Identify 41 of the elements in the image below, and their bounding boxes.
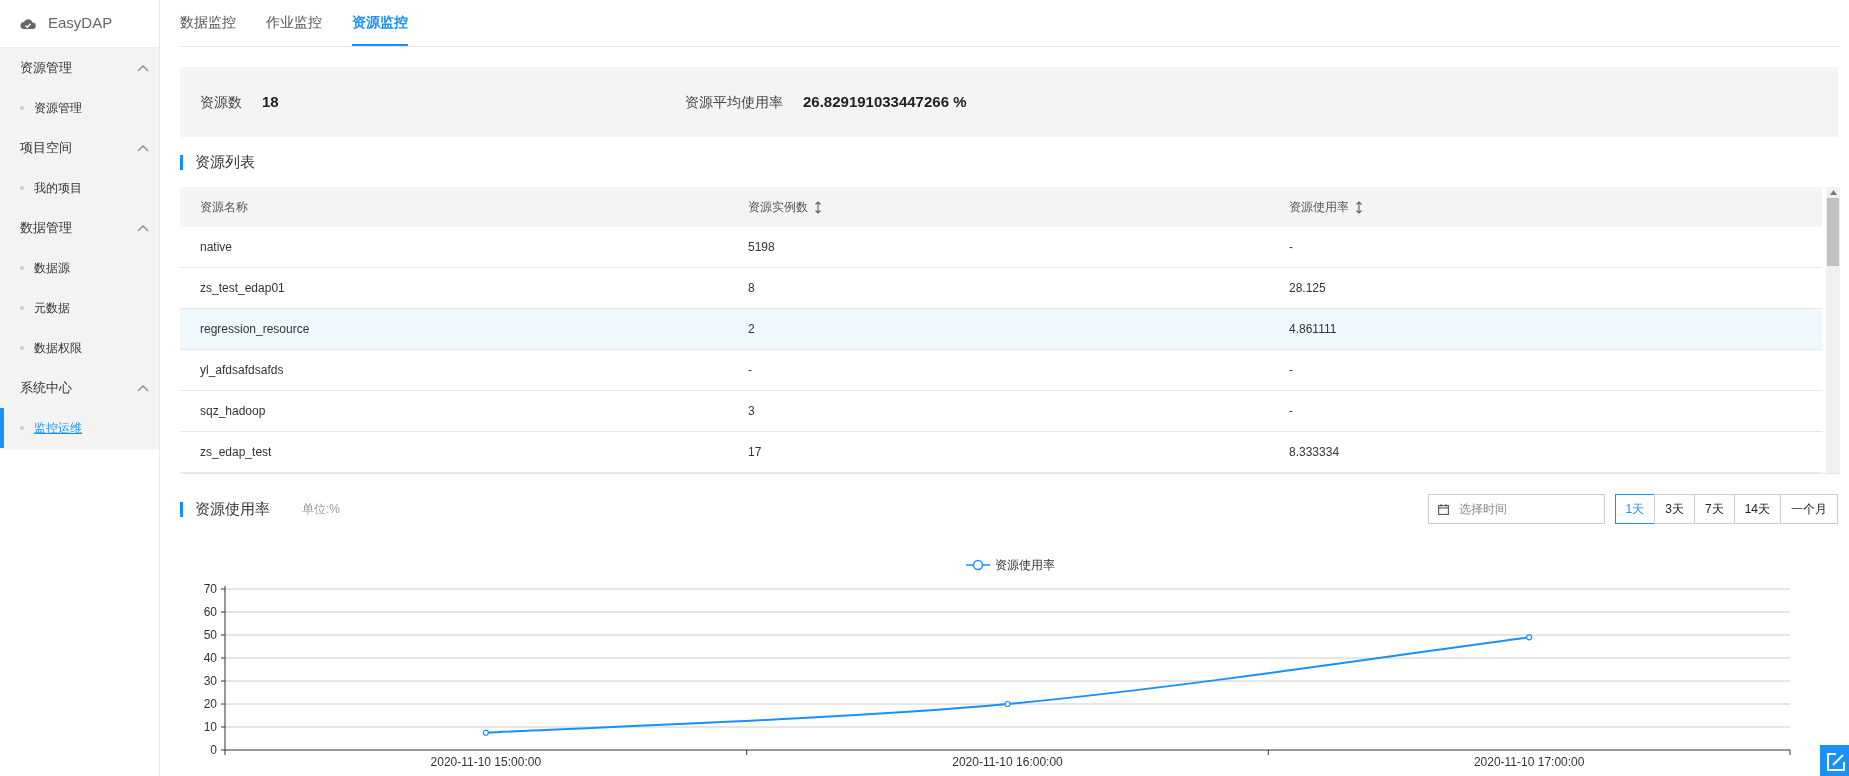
y-tick-label: 60 <box>203 605 217 619</box>
table-cell-text: 4.861111 <box>1289 321 1337 338</box>
y-tick-label: 10 <box>203 720 217 734</box>
section-title: 资源列表 <box>195 151 255 172</box>
x-tick-label: 2020-11-10 16:00:00 <box>952 755 1063 769</box>
section-title: 资源使用率 <box>195 498 270 519</box>
table-cell-text: - <box>1289 403 1293 420</box>
table-cell-text: - <box>748 362 752 379</box>
x-tick-label: 2020-11-10 17:00:00 <box>1473 755 1585 769</box>
table-cell-text: 17 <box>748 444 762 461</box>
table-cell-text: 28.125 <box>1289 280 1326 297</box>
table-cell-text: zs_edap_test <box>200 444 272 461</box>
table-cell-text: sqz_hadoop <box>200 403 266 420</box>
table-cell-text: 2 <box>748 321 755 338</box>
table-cell-text: regression_resource <box>200 321 310 338</box>
stat-label: 资源数 <box>200 92 242 112</box>
table-cell-text: zs_test_edap01 <box>200 280 285 297</box>
y-tick-label: 50 <box>203 628 217 642</box>
stat-label: 资源平均使用率 <box>685 92 783 112</box>
stat-value: 18 <box>262 91 279 112</box>
column-header: 资源使用率 <box>1289 199 1349 216</box>
stat-value: 26.829191033447266 % <box>803 91 967 112</box>
y-tick-label: 70 <box>203 582 217 596</box>
legend-label: 资源使用率 <box>994 557 1055 574</box>
table-cell-text: - <box>1289 362 1293 379</box>
table-cell-text: native <box>200 239 233 256</box>
y-tick-label: 20 <box>203 697 217 711</box>
table-cell-text: 8 <box>748 280 755 297</box>
unit-label: 单位:% <box>302 501 340 518</box>
column-header: 资源名称 <box>200 199 248 216</box>
app-name: EasyDAP <box>48 13 113 34</box>
table-cell-text: 3 <box>748 403 755 420</box>
y-tick-label: 30 <box>203 674 217 688</box>
y-tick-label: 0 <box>210 743 217 757</box>
x-tick-label: 2020-11-10 15:00:00 <box>430 755 542 769</box>
column-header: 资源实例数 <box>748 199 808 216</box>
table-cell-text: yl_afdsafdsafds <box>200 362 284 379</box>
table-cell-text: 5198 <box>748 239 775 256</box>
table-cell-text: - <box>1289 239 1293 256</box>
table-cell-text: 8.333334 <box>1289 444 1340 461</box>
y-tick-label: 40 <box>203 651 217 665</box>
